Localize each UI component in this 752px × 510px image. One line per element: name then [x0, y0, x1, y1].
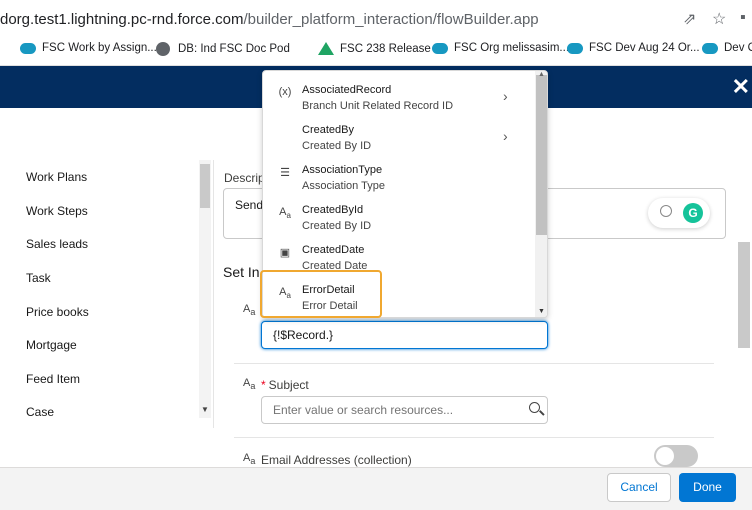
subject-label: * Subject: [261, 378, 309, 392]
dropdown-option[interactable]: (x) AssociatedRecord Branch Unit Related…: [263, 74, 535, 114]
chevron-right-icon[interactable]: ›: [503, 88, 508, 104]
highlight-box: [260, 270, 382, 318]
close-icon[interactable]: ✕: [732, 74, 750, 100]
toggle-knob: [656, 447, 674, 465]
object-sidebar: Work Plans Work Steps Sales leads Task P…: [0, 160, 214, 428]
bookmark-item[interactable]: FSC Org melissasim...: [432, 42, 569, 54]
bookmark-item[interactable]: FSC Dev Aug 24 Or...: [567, 42, 700, 54]
dropdown-option[interactable]: Aa CreatedById Created By ID: [263, 194, 535, 234]
sidebar-item[interactable]: Case: [26, 405, 54, 419]
sidebar-item[interactable]: Sales leads: [26, 237, 88, 251]
dropdown-option[interactable]: ☰ AssociationType Association Type: [263, 154, 535, 194]
option-name: CreatedById: [302, 204, 364, 216]
bookmark-item[interactable]: FSC 238 Release: [318, 42, 431, 55]
email-addresses-label: Email Addresses (collection): [261, 453, 412, 467]
subject-placeholder: Enter value or search resources...: [273, 403, 454, 417]
divider: [234, 363, 714, 364]
option-subtitle: Association Type: [302, 180, 385, 192]
picklist-icon: ☰: [280, 167, 290, 179]
salesforce-cloud-icon: [432, 42, 448, 54]
salesforce-cloud-icon: [20, 42, 36, 54]
search-icon[interactable]: [529, 402, 540, 413]
divider: [234, 437, 714, 438]
scroll-up-arrow-icon[interactable]: ▲: [538, 71, 545, 78]
salesforce-cloud-icon: [567, 42, 583, 54]
option-name: AssociatedRecord: [302, 84, 392, 96]
dropdown-scroll-thumb[interactable]: [536, 75, 547, 235]
option-subtitle: Created By ID: [302, 140, 372, 152]
bookmark-item[interactable]: Dev O: [702, 42, 752, 54]
bookmarks-bar: FSC Work by Assign... DB: Ind FSC Doc Po…: [0, 36, 752, 66]
more-icon[interactable]: ▪: [740, 9, 746, 27]
text-type-icon: Aa: [243, 452, 256, 467]
required-marker: *: [261, 378, 266, 392]
power-icon[interactable]: [660, 205, 672, 217]
set-input-values-heading: Set In: [223, 264, 260, 280]
bookmark-star-icon[interactable]: ☆: [712, 9, 726, 29]
salesforce-cloud-icon: [702, 42, 718, 54]
description-value: Send: [235, 198, 264, 212]
option-name: CreatedBy: [302, 124, 354, 136]
sidebar-item[interactable]: Mortgage: [26, 338, 77, 352]
sidebar-item[interactable]: Price books: [26, 305, 89, 319]
dropdown-option[interactable]: CreatedBy Created By ID ›: [263, 114, 535, 154]
sidebar-scroll-thumb[interactable]: [200, 164, 210, 208]
option-name: AssociationType: [302, 164, 383, 176]
url-text[interactable]: dorg.test1.lightning.pc-rnd.force.com/bu…: [0, 11, 539, 28]
done-button[interactable]: Done: [679, 473, 736, 502]
scroll-down-arrow-icon[interactable]: ▼: [538, 308, 545, 315]
sidebar-item[interactable]: Task: [26, 271, 51, 285]
google-drive-icon: [318, 42, 334, 55]
scroll-down-arrow-icon[interactable]: ▼: [201, 405, 209, 414]
text-type-icon: Aa: [243, 377, 256, 392]
variable-icon: (x): [278, 86, 292, 98]
main-scrollbar-thumb[interactable]: [738, 242, 750, 348]
date-icon: ▣: [279, 247, 291, 259]
sidebar-item[interactable]: Work Plans: [26, 170, 87, 184]
bookmark-item[interactable]: DB: Ind FSC Doc Pod: [156, 42, 290, 56]
option-subtitle: Branch Unit Related Record ID: [302, 100, 454, 112]
share-icon[interactable]: ⇗: [683, 9, 696, 29]
option-subtitle: Created By ID: [302, 220, 372, 232]
record-input-value: {!$Record.}: [273, 328, 334, 342]
grammarly-icon[interactable]: G: [683, 203, 703, 223]
text-type-icon: Aa: [243, 303, 256, 318]
browser-url-bar[interactable]: dorg.test1.lightning.pc-rnd.force.com/bu…: [0, 0, 752, 36]
text-icon: Aa: [279, 206, 291, 221]
dropdown-option[interactable]: ▣ CreatedDate Created Date: [263, 234, 535, 274]
bookmark-item[interactable]: FSC Work by Assign...: [20, 42, 157, 54]
chevron-right-icon[interactable]: ›: [503, 128, 508, 144]
cancel-button[interactable]: Cancel: [607, 473, 671, 502]
option-name: CreatedDate: [302, 244, 365, 256]
sidebar-item[interactable]: Work Steps: [26, 204, 88, 218]
globe-icon: [156, 42, 170, 56]
sidebar-item[interactable]: Feed Item: [26, 372, 80, 386]
